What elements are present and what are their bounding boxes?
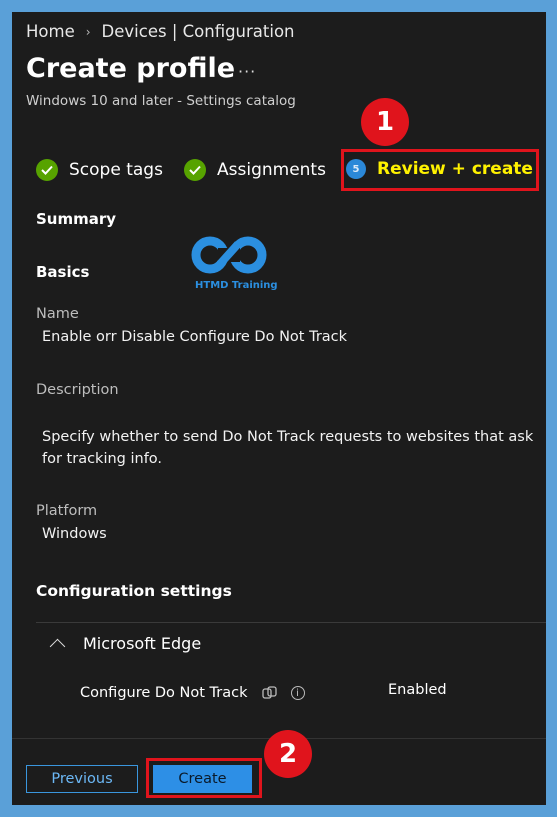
- callout-badge-2: 2: [264, 730, 312, 778]
- page-title: Create profile: [26, 53, 236, 84]
- callout-badge-1: 1: [361, 98, 409, 146]
- copy-link-icon[interactable]: [261, 686, 277, 700]
- tab-assignments[interactable]: Assignments: [184, 159, 326, 181]
- setting-row: Configure Do Not Track i: [80, 685, 305, 701]
- basics-heading: Basics: [36, 263, 90, 281]
- summary-heading: Summary: [36, 210, 117, 228]
- name-value: Enable orr Disable Configure Do Not Trac…: [42, 329, 348, 345]
- checkmark-icon: [184, 159, 206, 181]
- chevron-up-icon: [49, 638, 66, 655]
- info-icon[interactable]: i: [290, 686, 305, 700]
- page-subtitle: Windows 10 and later - Settings catalog: [26, 93, 296, 109]
- highlight-box-review-create: [341, 149, 539, 191]
- watermark-text: HTMD Training: [195, 280, 278, 291]
- more-options-icon[interactable]: ···: [238, 62, 256, 81]
- chevron-right-icon: ›: [85, 24, 91, 39]
- step-label: Scope tags: [69, 160, 163, 180]
- setting-value: Enabled: [388, 682, 447, 698]
- description-label: Description: [36, 382, 119, 398]
- setting-name: Configure Do Not Track: [80, 685, 248, 701]
- divider: [36, 622, 546, 623]
- create-profile-pane: Home › Devices | Configuration Create pr…: [12, 12, 546, 805]
- step-label: Assignments: [217, 160, 326, 180]
- highlight-box-create: [146, 758, 262, 798]
- tab-scope-tags[interactable]: Scope tags: [36, 159, 163, 181]
- microsoft-edge-accordion[interactable]: Microsoft Edge: [49, 634, 202, 655]
- breadcrumb-home[interactable]: Home: [26, 22, 75, 41]
- configuration-settings-heading: Configuration settings: [36, 582, 232, 600]
- previous-button[interactable]: Previous: [26, 765, 138, 793]
- description-value: Specify whether to send Do Not Track req…: [42, 429, 534, 467]
- breadcrumb-devices-configuration[interactable]: Devices | Configuration: [102, 22, 295, 41]
- accordion-label: Microsoft Edge: [83, 634, 202, 653]
- name-label: Name: [36, 306, 79, 322]
- platform-value: Windows: [42, 526, 107, 542]
- breadcrumb: Home › Devices | Configuration: [26, 22, 295, 41]
- platform-label: Platform: [36, 503, 98, 519]
- checkmark-icon: [36, 159, 58, 181]
